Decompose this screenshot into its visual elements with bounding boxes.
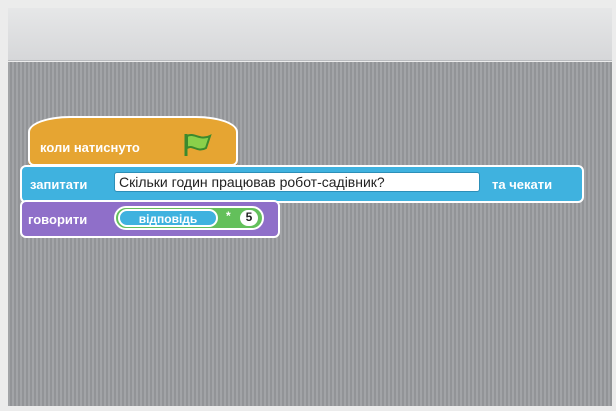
top-toolbar xyxy=(8,8,612,61)
and-wait-label: та чекати xyxy=(492,177,553,192)
say-label: говорити xyxy=(28,212,88,227)
multiply-sign: * xyxy=(226,209,231,223)
ask-and-wait-block[interactable]: запитати Скільки годин працював робот-са… xyxy=(20,165,584,203)
answer-reporter[interactable]: відповідь xyxy=(118,209,218,227)
green-flag-icon xyxy=(184,134,212,156)
say-block[interactable]: говорити відповідь * 5 xyxy=(20,200,280,238)
question-input[interactable]: Скільки годин працював робот-садівник? xyxy=(114,172,480,192)
when-flag-clicked-block[interactable]: коли натиснуто xyxy=(28,116,238,166)
number-input[interactable]: 5 xyxy=(240,210,258,226)
ask-label: запитати xyxy=(30,177,88,192)
multiply-operator[interactable]: відповідь * 5 xyxy=(114,206,264,230)
hat-block-label: коли натиснуто xyxy=(40,140,140,155)
